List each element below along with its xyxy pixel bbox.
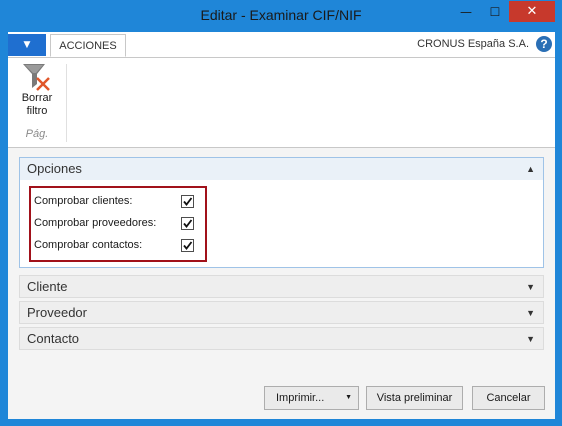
ribbon-group-separator bbox=[66, 64, 67, 142]
option-label: Comprobar contactos: bbox=[34, 239, 143, 251]
checkmark-icon bbox=[183, 197, 193, 206]
cancel-button[interactable]: Cancelar bbox=[472, 386, 545, 410]
check-vendors-checkbox[interactable] bbox=[181, 217, 194, 230]
fasttab-cliente-title: Cliente bbox=[27, 279, 68, 294]
tab-acciones[interactable]: ACCIONES bbox=[50, 34, 126, 57]
chevron-down-icon: ▼ bbox=[526, 308, 535, 318]
fasttab-opciones-title: Opciones bbox=[27, 161, 82, 176]
help-icon[interactable]: ? bbox=[536, 36, 552, 52]
print-button[interactable]: Imprimir... ▼ bbox=[264, 386, 359, 410]
fasttab-contacto-title: Contacto bbox=[27, 331, 80, 346]
option-check-customers: Comprobar clientes: bbox=[34, 190, 204, 212]
option-label: Comprobar clientes: bbox=[34, 195, 133, 207]
checkmark-icon bbox=[183, 219, 193, 228]
fasttab-cliente-header[interactable]: Cliente ▼ bbox=[20, 276, 543, 298]
company-name: CRONUS España S.A. bbox=[417, 38, 529, 50]
options-highlight-box: Comprobar clientes: Comprobar proveedore… bbox=[29, 186, 207, 262]
dialog-window: Editar - Examinar CIF/NIF — ☐ ✕ ▼ ACCION… bbox=[0, 0, 562, 426]
close-button[interactable]: ✕ bbox=[509, 1, 555, 22]
ribbon-group-label: Pág. bbox=[25, 128, 49, 140]
maximize-button[interactable]: ☐ bbox=[482, 1, 508, 22]
chevron-down-icon: ▼ bbox=[23, 40, 31, 50]
fasttab-proveedor[interactable]: Proveedor ▼ bbox=[19, 301, 544, 324]
fasttab-opciones-header[interactable]: Opciones ▲ bbox=[20, 158, 543, 180]
window-client: ▼ ACCIONES CRONUS España S.A. ? Borrar f… bbox=[8, 32, 555, 419]
preview-button[interactable]: Vista preliminar bbox=[366, 386, 463, 410]
fasttab-contacto-header[interactable]: Contacto ▼ bbox=[20, 328, 543, 350]
close-icon: ✕ bbox=[526, 4, 538, 19]
option-check-contacts: Comprobar contactos: bbox=[34, 234, 204, 256]
checkmark-icon bbox=[183, 241, 193, 250]
minimize-button[interactable]: — bbox=[453, 1, 479, 22]
dropdown-arrow-icon[interactable]: ▼ bbox=[345, 387, 352, 409]
title-bar[interactable]: Editar - Examinar CIF/NIF — ☐ ✕ bbox=[1, 1, 561, 32]
fasttab-contacto[interactable]: Contacto ▼ bbox=[19, 327, 544, 350]
request-page-content: Opciones ▲ Comprobar clientes: Comprobar… bbox=[8, 148, 555, 419]
minimize-icon: — bbox=[460, 4, 472, 19]
maximize-icon: ☐ bbox=[489, 4, 501, 19]
chevron-down-icon: ▼ bbox=[526, 334, 535, 344]
clear-filter-icon bbox=[23, 64, 50, 91]
fasttab-opciones: Opciones ▲ Comprobar clientes: Comprobar… bbox=[19, 157, 544, 268]
option-label: Comprobar proveedores: bbox=[34, 217, 157, 229]
print-button-label: Imprimir... bbox=[276, 392, 325, 404]
option-check-vendors: Comprobar proveedores: bbox=[34, 212, 204, 234]
fasttab-proveedor-title: Proveedor bbox=[27, 305, 87, 320]
ribbon-body: Borrar filtro Pág. bbox=[8, 58, 555, 148]
chevron-down-icon: ▼ bbox=[526, 282, 535, 292]
app-menu-button[interactable]: ▼ bbox=[8, 34, 46, 56]
ribbon-tab-row: ▼ ACCIONES CRONUS España S.A. ? bbox=[8, 32, 555, 58]
fasttab-proveedor-header[interactable]: Proveedor ▼ bbox=[20, 302, 543, 324]
clear-filter-label-line2: filtro bbox=[26, 105, 48, 117]
check-contacts-checkbox[interactable] bbox=[181, 239, 194, 252]
clear-filter-label-line1: Borrar bbox=[21, 92, 53, 104]
fasttab-cliente[interactable]: Cliente ▼ bbox=[19, 275, 544, 298]
clear-filter-button[interactable]: Borrar filtro bbox=[14, 60, 60, 120]
chevron-up-icon: ▲ bbox=[526, 164, 535, 174]
check-customers-checkbox[interactable] bbox=[181, 195, 194, 208]
